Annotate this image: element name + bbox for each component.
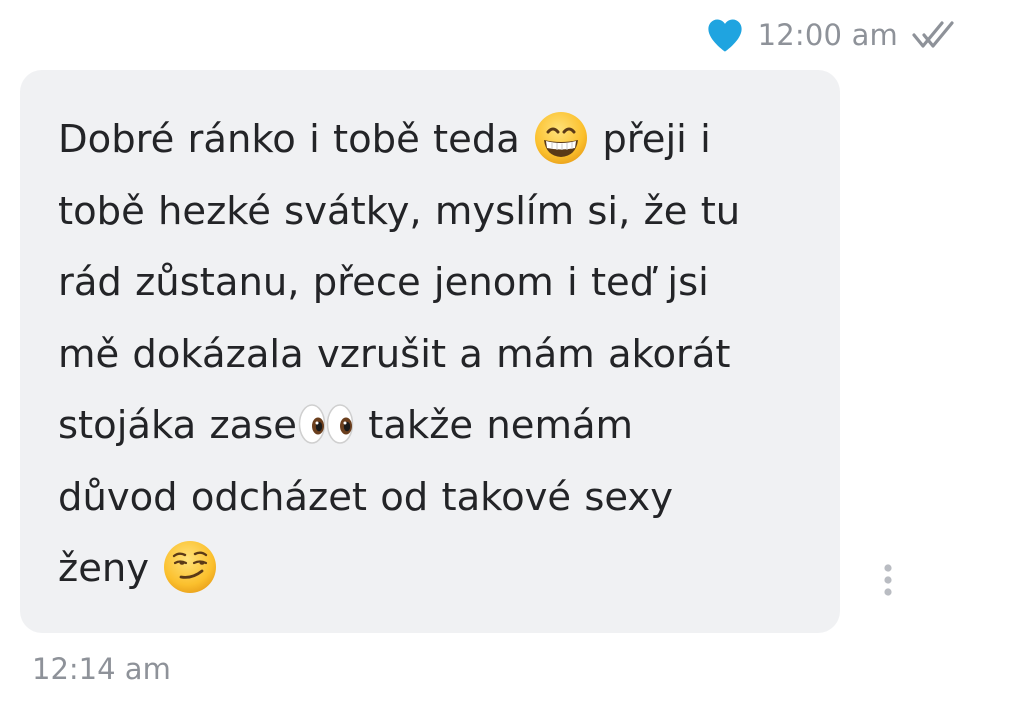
double-check-icon bbox=[912, 18, 964, 52]
message-line: rád zůstanu, přece jenom i teď jsi bbox=[58, 260, 709, 305]
message-status-row: 12:00 am bbox=[706, 12, 964, 58]
more-vertical-icon[interactable] bbox=[876, 562, 900, 602]
received-timestamp: 12:14 am bbox=[32, 652, 171, 686]
eyes-emoji bbox=[297, 399, 355, 449]
sent-timestamp: 12:00 am bbox=[757, 18, 898, 52]
message-line: ženy bbox=[58, 546, 163, 591]
heart-icon[interactable] bbox=[706, 17, 744, 53]
grinning-face-emoji bbox=[533, 110, 589, 166]
message-text: Dobré ránko i tobě teda přeji i tobě hez… bbox=[58, 104, 810, 605]
smirking-face-emoji bbox=[162, 539, 218, 595]
message-bubble[interactable]: Dobré ránko i tobě teda přeji i tobě hez… bbox=[20, 70, 840, 633]
message-line: Dobré ránko i tobě teda bbox=[58, 117, 534, 162]
message-line: tobě hezké svátky, myslím si, že tu bbox=[58, 188, 741, 234]
message-line: stojáka zase bbox=[58, 403, 297, 448]
message-line: přeji i bbox=[589, 117, 711, 162]
message-line: důvod odcházet od takové sexy bbox=[58, 474, 673, 520]
message-line: takže nemám bbox=[355, 403, 634, 448]
message-line: mě dokázala vzrušit a mám akorát bbox=[58, 331, 731, 377]
